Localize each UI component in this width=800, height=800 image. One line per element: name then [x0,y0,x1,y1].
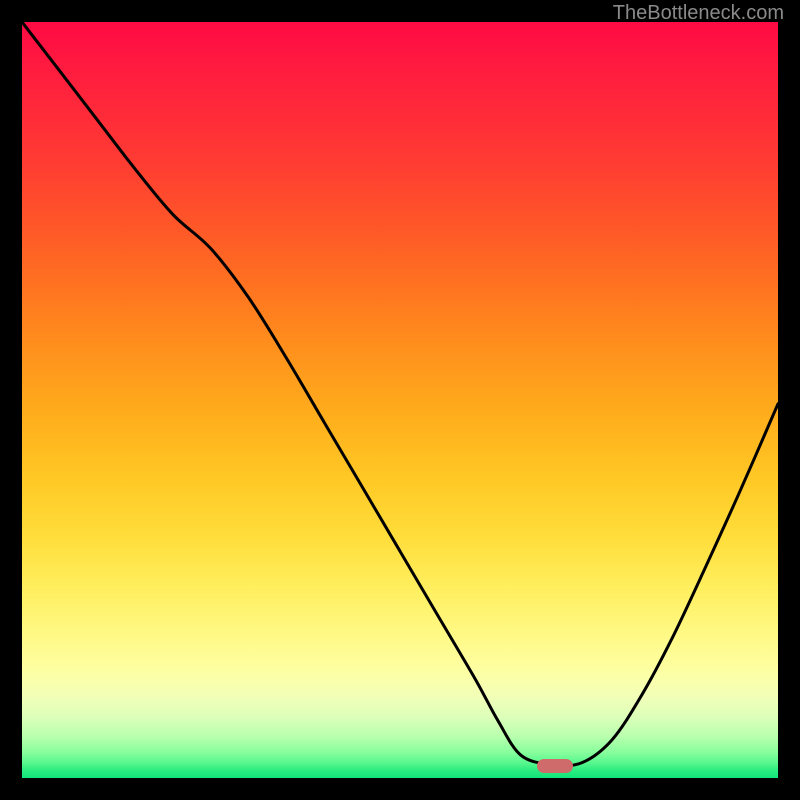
plot-area [22,22,778,778]
optimal-point-marker [537,759,573,773]
penalty-curve [22,22,778,778]
watermark-text: TheBottleneck.com [613,2,784,25]
chart-frame: TheBottleneck.com [0,0,800,800]
